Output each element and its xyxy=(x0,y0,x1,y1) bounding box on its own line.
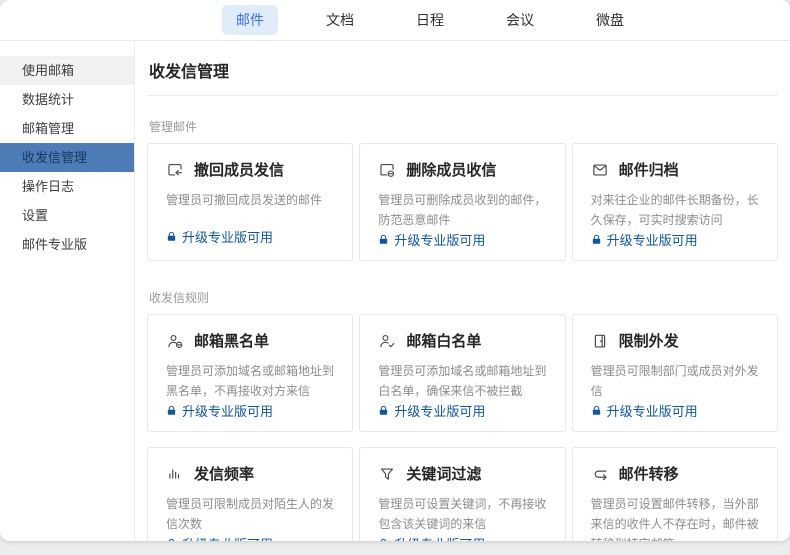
card-mailbox-blacklist: 邮箱黑名单管理员可添加域名或邮箱地址到黑名单，不再接收对方来信升级专业版可用 xyxy=(147,314,353,432)
lock-icon xyxy=(378,538,389,541)
tab-meeting[interactable]: 会议 xyxy=(492,5,548,35)
card-mailbox-whitelist: 邮箱白名单管理员可添加域名或邮箱地址到白名单，确保来信不被拦截升级专业版可用 xyxy=(359,314,565,432)
card-header: 邮箱白名单 xyxy=(378,330,546,351)
lock-icon xyxy=(166,538,177,541)
card-title: 邮件转移 xyxy=(619,463,679,484)
tab-schedule[interactable]: 日程 xyxy=(402,5,458,35)
frequency-bars-icon xyxy=(166,465,184,483)
mail-archive-icon xyxy=(591,161,609,179)
lock-icon xyxy=(166,405,177,416)
upgrade-pro-label: 升级专业版可用 xyxy=(394,534,485,541)
upgrade-pro-link[interactable]: 升级专业版可用 xyxy=(378,401,546,420)
upgrade-pro-label: 升级专业版可用 xyxy=(607,230,698,249)
upgrade-pro-link[interactable]: 升级专业版可用 xyxy=(378,230,546,249)
sections-container: 管理邮件撤回成员发信管理员可撤回成员发送的邮件升级专业版可用删除成员收信管理员可… xyxy=(147,118,778,541)
card-header: 撤回成员发信 xyxy=(166,159,334,180)
card-header: 关键词过滤 xyxy=(378,463,546,484)
upgrade-pro-label: 升级专业版可用 xyxy=(607,401,698,420)
upgrade-pro-link[interactable]: 升级专业版可用 xyxy=(591,401,759,420)
upgrade-pro-link[interactable]: 升级专业版可用 xyxy=(378,534,546,541)
upgrade-pro-link[interactable]: 升级专业版可用 xyxy=(166,227,334,246)
card-description: 管理员可设置关键词，不再接收包含该关键词的来信 xyxy=(378,494,546,534)
upgrade-pro-link[interactable]: 升级专业版可用 xyxy=(166,534,334,541)
card-description: 对来往企业的邮件长期备份，长久保存，可实时搜索访问 xyxy=(591,190,759,230)
card-header: 限制外发 xyxy=(591,330,759,351)
card-description: 管理员可限制部门或成员对外发信 xyxy=(591,361,759,401)
card-header: 邮件归档 xyxy=(591,159,759,180)
tab-docs[interactable]: 文档 xyxy=(312,5,368,35)
card-title: 邮箱黑名单 xyxy=(194,330,269,351)
card-delete-member-mail: 删除成员收信管理员可删除成员收到的邮件，防范恶意邮件升级专业版可用 xyxy=(359,143,565,261)
upgrade-pro-label: 升级专业版可用 xyxy=(394,230,485,249)
card-header: 删除成员收信 xyxy=(378,159,546,180)
card-mail-transfer: 邮件转移管理员可设置邮件转移，当外部来信的收件人不存在时，邮件被转移到特定邮箱升… xyxy=(572,447,778,541)
upgrade-pro-link[interactable]: 升级专业版可用 xyxy=(166,401,334,420)
card-grid: 邮箱黑名单管理员可添加域名或邮箱地址到黑名单，不再接收对方来信升级专业版可用邮箱… xyxy=(147,314,778,541)
upgrade-pro-label: 升级专业版可用 xyxy=(394,401,485,420)
section-label: 管理邮件 xyxy=(149,118,778,135)
upgrade-pro-label: 升级专业版可用 xyxy=(182,401,273,420)
card-send-frequency: 发信频率管理员可限制成员对陌生人的发信次数升级专业版可用 xyxy=(147,447,353,541)
person-whitelist-icon xyxy=(378,332,396,350)
sidebar-item-send-receive-mgmt[interactable]: 收发信管理 xyxy=(0,143,134,172)
card-title: 关键词过滤 xyxy=(406,463,481,484)
card-title: 邮件归档 xyxy=(619,159,679,180)
card-title: 撤回成员发信 xyxy=(194,159,284,180)
sidebar-item-use-mailbox[interactable]: 使用邮箱 xyxy=(0,56,134,85)
sidebar-item-mail-pro-edition[interactable]: 邮件专业版 xyxy=(0,230,134,259)
mail-transfer-icon xyxy=(591,465,609,483)
card-header: 邮箱黑名单 xyxy=(166,330,334,351)
lock-icon xyxy=(591,405,602,416)
card-title: 邮箱白名单 xyxy=(406,330,481,351)
app-body: 使用邮箱数据统计邮箱管理收发信管理操作日志设置邮件专业版 收发信管理 管理邮件撤… xyxy=(0,41,790,541)
sidebar-item-operation-log[interactable]: 操作日志 xyxy=(0,172,134,201)
tab-mail[interactable]: 邮件 xyxy=(222,5,278,35)
card-recall-member-mail: 撤回成员发信管理员可撤回成员发送的邮件升级专业版可用 xyxy=(147,143,353,261)
top-nav: 邮件 文档 日程 会议 微盘 xyxy=(0,0,790,41)
sidebar-item-mailbox-management[interactable]: 邮箱管理 xyxy=(0,114,134,143)
page-title: 收发信管理 xyxy=(147,41,778,96)
delete-mail-icon xyxy=(378,161,396,179)
section-label: 收发信规则 xyxy=(149,289,778,306)
card-keyword-filter: 关键词过滤管理员可设置关键词，不再接收包含该关键词的来信升级专业版可用 xyxy=(359,447,565,541)
card-description: 管理员可设置邮件转移，当外部来信的收件人不存在时，邮件被转移到特定邮箱 xyxy=(591,494,759,541)
card-restrict-outgoing: 限制外发管理员可限制部门或成员对外发信升级专业版可用 xyxy=(572,314,778,432)
card-mail-archive: 邮件归档对来往企业的邮件长期备份，长久保存，可实时搜索访问升级专业版可用 xyxy=(572,143,778,261)
card-title: 限制外发 xyxy=(619,330,679,351)
door-icon xyxy=(591,332,609,350)
main-content: 收发信管理 管理邮件撤回成员发信管理员可撤回成员发送的邮件升级专业版可用删除成员… xyxy=(135,41,790,541)
lock-icon xyxy=(166,231,177,242)
card-description: 管理员可添加域名或邮箱地址到白名单，确保来信不被拦截 xyxy=(378,361,546,401)
person-blacklist-icon xyxy=(166,332,184,350)
card-header: 邮件转移 xyxy=(591,463,759,484)
card-header: 发信频率 xyxy=(166,463,334,484)
lock-icon xyxy=(591,234,602,245)
lock-icon xyxy=(378,234,389,245)
card-description: 管理员可限制成员对陌生人的发信次数 xyxy=(166,494,334,534)
recall-mail-icon xyxy=(166,161,184,179)
card-title: 删除成员收信 xyxy=(406,159,496,180)
upgrade-pro-label: 升级专业版可用 xyxy=(182,227,273,246)
tab-drive[interactable]: 微盘 xyxy=(582,5,638,35)
card-description: 管理员可添加域名或邮箱地址到黑名单，不再接收对方来信 xyxy=(166,361,334,401)
sidebar: 使用邮箱数据统计邮箱管理收发信管理操作日志设置邮件专业版 xyxy=(0,41,135,541)
card-description: 管理员可删除成员收到的邮件，防范恶意邮件 xyxy=(378,190,546,230)
card-grid: 撤回成员发信管理员可撤回成员发送的邮件升级专业版可用删除成员收信管理员可删除成员… xyxy=(147,143,778,261)
upgrade-pro-label: 升级专业版可用 xyxy=(182,534,273,541)
lock-icon xyxy=(378,405,389,416)
card-description: 管理员可撤回成员发送的邮件 xyxy=(166,190,334,210)
sidebar-item-data-statistics[interactable]: 数据统计 xyxy=(0,85,134,114)
card-title: 发信频率 xyxy=(194,463,254,484)
funnel-filter-icon xyxy=(378,465,396,483)
upgrade-pro-link[interactable]: 升级专业版可用 xyxy=(591,230,759,249)
sidebar-item-settings[interactable]: 设置 xyxy=(0,201,134,230)
app-window: 邮件 文档 日程 会议 微盘 使用邮箱数据统计邮箱管理收发信管理操作日志设置邮件专业版 … xyxy=(0,0,790,541)
